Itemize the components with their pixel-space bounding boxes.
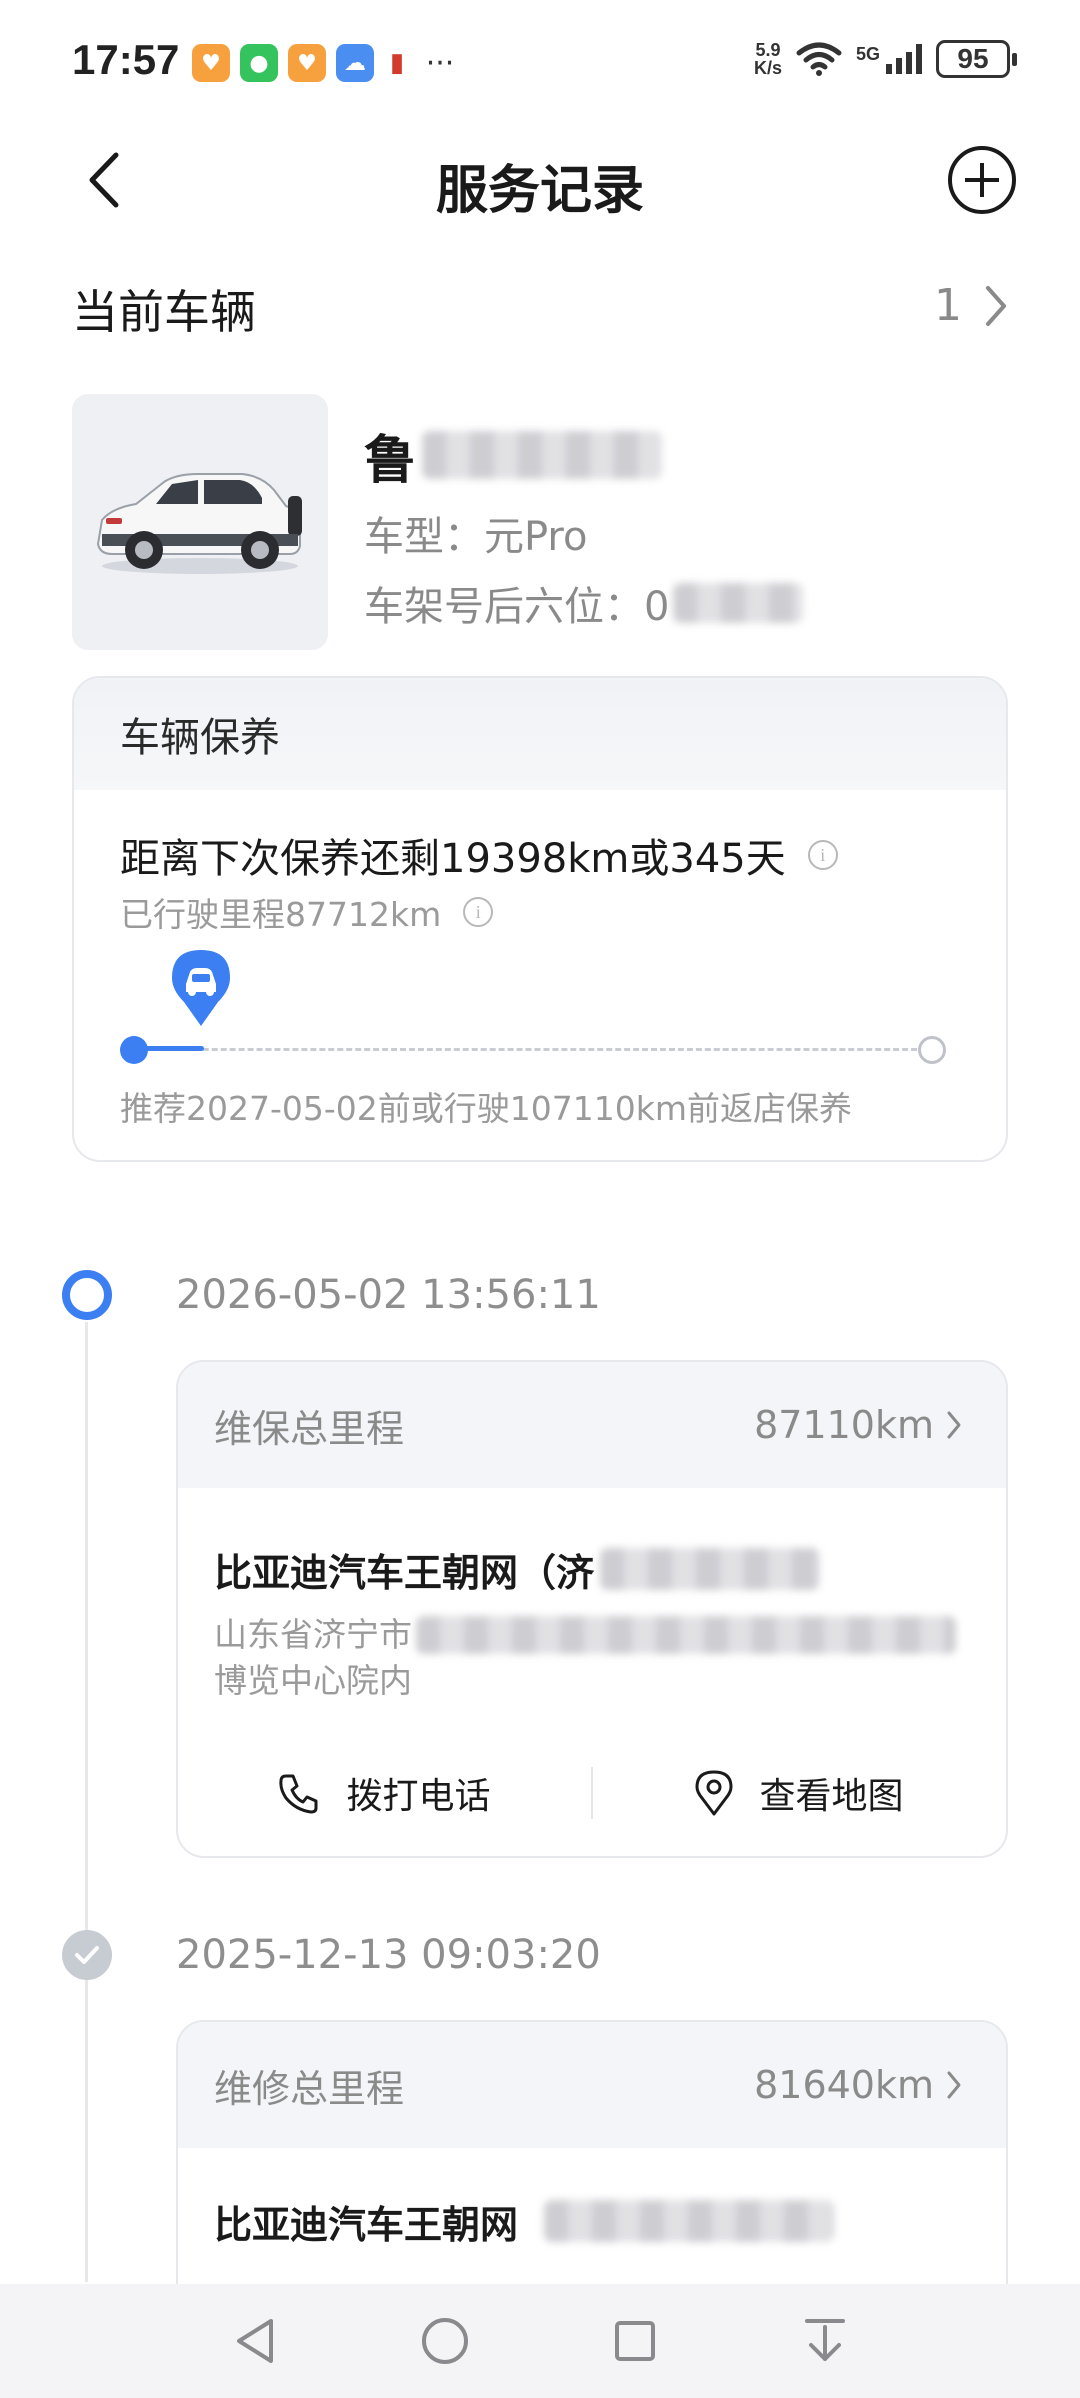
record-mileage-number: 87110km	[754, 1403, 934, 1447]
status-time: 17:57	[72, 36, 180, 83]
cellular-signal-icon: 5G	[856, 44, 922, 74]
square-recents-icon	[615, 2321, 655, 2361]
car-location-pin-icon	[172, 950, 230, 1026]
wifi-icon	[796, 42, 842, 76]
record-actions: 拨打电话 查看地图	[178, 1730, 1006, 1856]
info-icon[interactable]: i	[807, 840, 838, 870]
record-mileage-row[interactable]: 维修总里程 81640km	[178, 2022, 1006, 2148]
chevron-right-icon	[986, 285, 1006, 326]
status-indicators: 5.9 K/s 5G 95	[754, 40, 1017, 78]
nav-dropdown-button[interactable]	[790, 2306, 860, 2376]
vehicle-count[interactable]: 1	[934, 280, 1008, 331]
record-mileage-label: 维修总里程	[214, 2066, 405, 2111]
maintenance-card: 车辆保养 距离下次保养还剩19398km或345天 i 已行驶里程87712km…	[72, 676, 1008, 1162]
add-record-button[interactable]	[948, 146, 1016, 214]
notification-icons: ♥ ● ♥ ☁ ▮ ···	[192, 44, 460, 82]
wechat-icon: ●	[240, 44, 278, 82]
maintenance-remaining-text: 距离下次保养还剩19398km或345天	[120, 836, 786, 882]
health-app-icon: ♥	[288, 44, 326, 82]
dealer-address-start: 山东省济宁市	[214, 1615, 412, 1654]
network-type: 5G	[855, 44, 880, 64]
vehicle-vin: 车架号后六位：0	[364, 576, 1014, 630]
nav-back-button[interactable]	[220, 2306, 290, 2376]
progress-track	[140, 1048, 926, 1051]
current-vehicle-label: 当前车辆	[72, 285, 256, 339]
nav-recents-button[interactable]	[600, 2306, 670, 2376]
app-header: 服务记录	[0, 130, 1080, 230]
network-speed: 5.9 K/s	[754, 41, 782, 77]
call-button-label: 拨打电话	[346, 1776, 491, 1817]
triangle-back-icon	[237, 2319, 273, 2363]
dealer-name: 比亚迪汽车王朝网	[178, 2148, 1006, 2258]
vehicle-info: 鲁 车型：元Pro 车架号后六位：0	[364, 420, 1014, 630]
service-record-card[interactable]: 维修总里程 81640km 比亚迪汽车王朝网	[176, 2020, 1008, 2320]
record-mileage-label: 维保总里程	[214, 1406, 405, 1451]
timeline-node-current	[62, 1270, 112, 1320]
timeline-line	[85, 1322, 88, 2282]
location-pin-icon	[695, 1770, 733, 1816]
progress-start-dot	[120, 1036, 148, 1064]
address-redacted	[416, 1616, 956, 1654]
more-notifications-icon: ···	[425, 45, 455, 81]
view-map-button[interactable]: 查看地图	[593, 1767, 1006, 1819]
service-record-card[interactable]: 维保总里程 87110km 比亚迪汽车王朝网（济 山东省济宁市 博览中心院内 拨…	[176, 1360, 1008, 1858]
dealer-address-end: 博览中心院内	[214, 1661, 412, 1700]
record-mileage-value: 87110km	[754, 1403, 962, 1447]
status-bar: 17:57 ♥ ● ♥ ☁ ▮ ··· 5.9 K/s 5G 95	[0, 0, 1080, 130]
vehicle-image	[72, 394, 328, 650]
record-mileage-value: 81640km	[754, 2063, 962, 2107]
maintenance-title: 车辆保养	[74, 678, 1006, 790]
vin-label: 车架号后六位：0	[364, 584, 670, 630]
plate-redacted	[422, 431, 663, 479]
red-app-icon: ▮	[389, 48, 405, 78]
network-speed-unit: K/s	[753, 58, 782, 78]
car-image	[96, 473, 302, 574]
phone-icon	[279, 1774, 318, 1814]
maintenance-progress	[120, 948, 946, 1068]
plate-prefix: 鲁	[364, 430, 417, 491]
maintenance-remaining: 距离下次保养还剩19398km或345天 i	[120, 826, 838, 884]
dealer-address: 山东省济宁市 博览中心院内	[178, 1598, 1006, 1704]
nav-home-button[interactable]	[410, 2306, 480, 2376]
chevron-right-icon	[947, 1411, 961, 1439]
chevron-right-icon	[947, 2071, 961, 2099]
network-speed-value: 5.9	[755, 40, 781, 60]
page-title: 服务记录	[435, 161, 644, 221]
dealer-name-text: 比亚迪汽车王朝网	[214, 2202, 519, 2247]
maintenance-mileage: 已行驶里程87712km i	[120, 888, 494, 936]
view-map-button-label: 查看地图	[759, 1776, 904, 1817]
system-navigation-bar	[0, 2284, 1080, 2398]
vehicle-model: 车型：元Pro	[364, 514, 588, 560]
weather-icon: ☁	[336, 44, 374, 82]
battery-indicator: 95	[936, 40, 1017, 78]
vehicle-count-value: 1	[934, 280, 962, 331]
circle-home-icon	[422, 2318, 468, 2364]
maintenance-recommendation: 推荐2027-05-02前或行驶107110km前返店保养	[120, 1089, 853, 1128]
maintenance-mileage-text: 已行驶里程87712km	[120, 895, 442, 934]
record-date: 2026-05-02 13:56:11	[176, 1272, 601, 1318]
info-icon[interactable]: i	[463, 897, 494, 927]
timeline-node-completed	[62, 1930, 112, 1980]
record-date: 2025-12-13 09:03:20	[176, 1932, 601, 1978]
current-vehicle-row[interactable]: 当前车辆 1	[72, 270, 1008, 340]
record-mileage-number: 81640km	[754, 2063, 934, 2107]
record-mileage-row[interactable]: 维保总里程 87110km	[178, 1362, 1006, 1488]
arrow-down-icon	[805, 2319, 845, 2361]
call-button[interactable]: 拨打电话	[178, 1767, 591, 1819]
health-app-icon: ♥	[192, 44, 230, 82]
dealer-name-text: 比亚迪汽车王朝网（济	[214, 1550, 595, 1595]
checkmark-icon	[75, 1946, 99, 1964]
dealer-redacted	[544, 2200, 835, 2242]
license-plate: 鲁	[364, 420, 1014, 491]
dealer-redacted	[600, 1548, 821, 1590]
vin-redacted	[673, 583, 804, 623]
progress-end-dot	[918, 1036, 946, 1064]
dealer-name: 比亚迪汽车王朝网（济	[178, 1488, 1006, 1598]
